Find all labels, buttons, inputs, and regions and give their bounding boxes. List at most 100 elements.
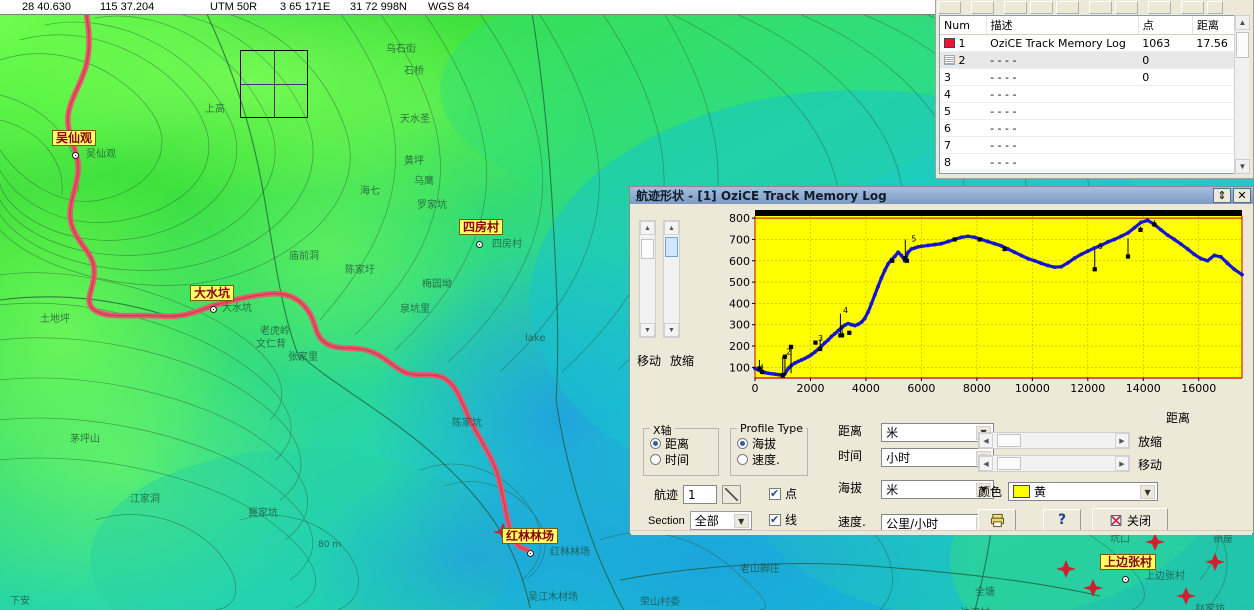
svg-text:700: 700 <box>729 233 750 246</box>
horizontal-zoom-thumb[interactable] <box>997 434 1021 447</box>
zoom-scroll-left-arrow-icon[interactable]: ◀ <box>979 433 993 448</box>
column-header-desc[interactable]: 描述 <box>986 16 1139 35</box>
toolbar-button-8[interactable] <box>1148 0 1171 14</box>
map-place-name: 天水圣 <box>400 114 430 125</box>
waypoint-label[interactable]: 红林林场 <box>502 528 559 544</box>
radio-speed-icon[interactable] <box>737 453 748 465</box>
waypoint-label[interactable]: 四房村 <box>459 219 504 235</box>
toolbar-button-3[interactable] <box>1004 0 1027 14</box>
coord-northing: 31 72 998N <box>350 1 407 13</box>
radio-elevation-icon[interactable] <box>737 437 748 449</box>
move-scroll-thumb[interactable] <box>641 239 654 259</box>
color-chevron-down-icon[interactable]: ▼ <box>1140 485 1156 499</box>
track-list-scrollbar[interactable]: ▲ ▼ <box>1234 15 1250 174</box>
map-place-name: 土地坪 <box>40 314 70 325</box>
zoom-scroll-down-arrow-icon[interactable]: ▼ <box>664 323 679 337</box>
horizontal-zoom-scrollbar[interactable]: ◀ ▶ <box>978 432 1130 449</box>
radio-distance-icon[interactable] <box>650 437 661 449</box>
table-row[interactable]: 8 - - - - <box>940 153 1248 171</box>
scroll-up-arrow-icon[interactable]: ▲ <box>1235 15 1250 30</box>
show-points-checkbox-row[interactable]: 点 <box>769 485 797 502</box>
scrollbar-thumb[interactable] <box>1236 32 1249 58</box>
vertical-zoom-scrollbar[interactable]: ▲ ▼ <box>663 220 680 338</box>
dialog-title-bar[interactable]: 航迹形状 - [1] OziCE Track Memory Log ⇕ ✕ <box>630 187 1253 204</box>
x-axis-option-time[interactable]: 时间 <box>650 451 718 467</box>
toolbar-button-7[interactable] <box>1115 0 1138 14</box>
map-inset-box[interactable] <box>240 50 308 118</box>
track-number-label: 航迹 <box>654 488 679 502</box>
profile-type-option-elevation[interactable]: 海拔 <box>737 435 807 451</box>
show-lines-checkbox-icon[interactable] <box>769 513 781 526</box>
toolbar-button-2[interactable] <box>971 0 994 14</box>
track-list-table-wrap[interactable]: Num 描述 点 距离 1 OziCE Track Memory Log 1063 1… <box>939 15 1249 174</box>
map-place-name: 全塘 <box>975 587 995 598</box>
restore-window-button[interactable]: ⇕ <box>1213 188 1231 203</box>
zoom-scroll-thumb[interactable] <box>665 237 678 257</box>
waypoint-marker-icon[interactable] <box>1122 576 1129 583</box>
column-header-points[interactable]: 点 <box>1138 16 1193 35</box>
unit-distance-label: 距离 <box>838 424 863 438</box>
waypoint-marker-icon[interactable] <box>527 550 534 557</box>
show-points-checkbox-icon[interactable] <box>769 487 781 500</box>
table-row[interactable]: 6 - - - - <box>940 119 1248 137</box>
scroll-down-arrow-icon[interactable]: ▼ <box>1235 159 1250 174</box>
close-dialog-label: 关闭 <box>1126 513 1151 528</box>
column-header-num[interactable]: Num <box>940 16 987 35</box>
elevation-profile-chart[interactable]: 2 3 4 5 6 0 2000 4000 6000 8000 10000 12000 14000 160… <box>707 210 1248 408</box>
toolbar-button-6[interactable] <box>1089 0 1112 14</box>
print-button[interactable] <box>978 509 1016 531</box>
vertical-move-scrollbar[interactable]: ▲ ▼ <box>639 220 656 338</box>
toolbar-zoom-button[interactable] <box>1181 0 1204 14</box>
table-row[interactable]: 7 - - - - <box>940 136 1248 154</box>
waypoint-label[interactable]: 大水坑 <box>190 285 235 301</box>
track-number-input[interactable]: 1 <box>683 485 718 504</box>
move-scroll-left-arrow-icon[interactable]: ◀ <box>979 456 993 471</box>
cell-points <box>1138 153 1193 171</box>
color-dropdown[interactable]: 黄 ▼ <box>1008 482 1159 501</box>
section-chevron-down-icon[interactable]: ▼ <box>733 514 749 528</box>
zoom-scroll-right-arrow-icon[interactable]: ▶ <box>1115 433 1129 448</box>
zoom-scroll-up-arrow-icon[interactable]: ▲ <box>664 221 679 235</box>
row-number: 3 <box>944 70 951 84</box>
track-profile-dialog: 航迹形状 - [1] OziCE Track Memory Log ⇕ ✕ ▲ … <box>629 186 1254 535</box>
map-place-name: 江家洞 <box>130 494 160 505</box>
horizontal-move-thumb[interactable] <box>997 457 1021 470</box>
show-lines-checkbox-row[interactable]: 线 <box>769 511 797 528</box>
table-row[interactable]: 3 - - - -0 <box>940 68 1248 86</box>
move-scroll-right-arrow-icon[interactable]: ▶ <box>1115 456 1129 471</box>
dialog-title-text: 航迹形状 - [1] OziCE Track Memory Log <box>636 189 887 203</box>
toolbar-button-1[interactable] <box>938 0 961 14</box>
close-dialog-button[interactable]: 关闭 <box>1092 508 1168 532</box>
cell-num: 4 <box>940 85 987 103</box>
svg-text:14000: 14000 <box>1126 382 1161 395</box>
move-scroll-down-arrow-icon[interactable]: ▼ <box>640 323 655 337</box>
toolbar-button-5[interactable] <box>1056 0 1079 14</box>
section-dropdown[interactable]: 全部 ▼ <box>689 511 752 530</box>
track-number-spinner-icon[interactable] <box>722 485 742 504</box>
table-row[interactable]: 4 - - - - <box>940 85 1248 103</box>
toolbar-button-4[interactable] <box>1030 0 1053 14</box>
cell-num: 5 <box>940 102 987 120</box>
help-button[interactable]: ? <box>1043 509 1081 531</box>
waypoint-label[interactable]: 吴仙观 <box>52 130 97 146</box>
toolbar-overflow-button[interactable] <box>1207 0 1223 14</box>
close-window-button[interactable]: ✕ <box>1233 188 1251 203</box>
cell-points: 1063 <box>1138 34 1193 52</box>
waypoint-label[interactable]: 上边张村 <box>1100 554 1157 570</box>
profile-type-option-speed[interactable]: 速度. <box>737 451 807 467</box>
table-row[interactable]: 1 OziCE Track Memory Log 1063 17.56 <box>940 34 1248 52</box>
cell-description: - - - - <box>986 119 1139 137</box>
svg-text:800: 800 <box>729 212 750 225</box>
waypoint-marker-icon[interactable] <box>72 152 79 159</box>
inset-vertical-line <box>274 51 275 117</box>
table-row[interactable]: 5 - - - - <box>940 102 1248 120</box>
move-scroll-up-arrow-icon[interactable]: ▲ <box>640 221 655 235</box>
radio-time-icon[interactable] <box>650 453 661 465</box>
x-axis-option-time-label: 时间 <box>665 452 690 467</box>
map-place-name: 陈家圩 <box>345 265 375 276</box>
waypoint-marker-icon[interactable] <box>476 241 483 248</box>
waypoint-marker-icon[interactable] <box>210 306 217 313</box>
table-row[interactable]: 2 - - - -0 <box>940 51 1248 69</box>
horizontal-move-scrollbar[interactable]: ◀ ▶ <box>978 455 1130 472</box>
printer-icon <box>990 513 1004 527</box>
